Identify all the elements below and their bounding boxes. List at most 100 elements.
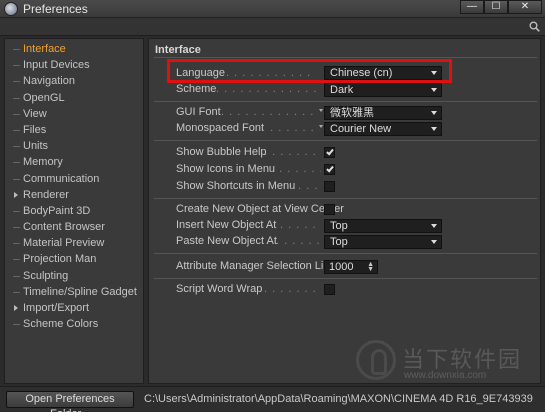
sidebar-item-label: Interface	[23, 43, 66, 55]
show-bubble-help-label: Show Bubble Help	[176, 146, 267, 158]
show-shortcuts-in-menu-label: Show Shortcuts in Menu	[176, 180, 296, 192]
status-bar: Open Preferences Folder... C:\Users\Admi…	[0, 386, 545, 412]
show-icons-in-menu-label: Show Icons in Menu	[176, 163, 276, 175]
tree-line	[13, 97, 20, 99]
tree-line	[13, 81, 20, 83]
tree-line	[13, 259, 20, 261]
minimize-button[interactable]: —	[460, 0, 484, 14]
divider	[154, 198, 537, 199]
sidebar-item-label: Files	[23, 123, 47, 136]
insert-new-object-label: Insert New Object At	[176, 219, 277, 231]
sidebar-item-material-preview[interactable]: Material Preview	[5, 235, 143, 251]
title-bar: Preferences — ☐ ✕	[0, 0, 545, 18]
leader-dots: . . . . . . .	[280, 219, 320, 231]
chevron-down-icon	[431, 240, 437, 244]
paste-new-object-row: Paste New Object At . . . . . . . . Top	[176, 234, 526, 249]
show-icons-in-menu-checkbox[interactable]	[324, 164, 335, 175]
script-word-wrap-label: Script Word Wrap	[176, 283, 263, 295]
new-object-view-center-label: Create New Object at View Center	[176, 203, 344, 215]
sidebar-item-units[interactable]: Units	[5, 138, 143, 154]
sidebar-item-opengl[interactable]: OpenGL	[5, 90, 143, 106]
checkmark-icon	[326, 164, 334, 173]
sidebar-item-timeline-spline-gadget[interactable]: Timeline/Spline Gadget	[5, 284, 143, 300]
toolbar	[0, 18, 545, 36]
search-icon[interactable]	[529, 21, 540, 32]
attr-manager-limit-row: Attribute Manager Selection Limit 1000 ▲…	[176, 259, 526, 274]
tree-line	[13, 146, 20, 148]
mono-font-dropdown[interactable]: Courier New	[319, 122, 442, 136]
mono-font-label: Monospaced Font	[176, 122, 265, 134]
script-word-wrap-row: Script Word Wrap . . . . . . . . . .	[176, 282, 526, 297]
sidebar-item-input-devices[interactable]: Input Devices	[5, 57, 143, 73]
leader-dots: . . . . . . . . . .	[264, 146, 320, 158]
open-preferences-folder-button[interactable]: Open Preferences Folder...	[6, 391, 134, 412]
leader-dots: . . . . . . . . . . . . . . . . .	[221, 106, 316, 118]
small-triangle-icon	[319, 109, 323, 112]
sidebar-item-import-export[interactable]: Import/Export	[5, 300, 143, 316]
expand-arrow-icon[interactable]	[14, 305, 18, 311]
stepper-arrows-icon[interactable]: ▲ ▼	[367, 261, 374, 273]
attr-manager-limit-value: 1000	[329, 261, 354, 273]
insert-new-object-dropdown[interactable]: Top	[324, 219, 442, 233]
expand-arrow-icon[interactable]	[14, 191, 18, 198]
sidebar-item-bodypaint-3d[interactable]: BodyPaint 3D	[5, 203, 143, 219]
new-object-view-center-row: Create New Object at View Center	[176, 202, 526, 217]
divider	[154, 101, 537, 102]
attr-manager-limit-label: Attribute Manager Selection Limit	[176, 260, 339, 272]
tree-line	[13, 49, 20, 50]
sidebar-item-content-browser[interactable]: Content Browser	[5, 219, 143, 235]
sidebar-item-interface[interactable]: Interface	[5, 41, 143, 57]
mono-font-value: Courier New	[330, 123, 392, 135]
paste-new-object-label: Paste New Object At	[176, 235, 277, 247]
insert-new-object-value: Top	[330, 220, 348, 232]
small-triangle-icon	[319, 125, 323, 128]
sidebar-item-sculpting[interactable]: Sculpting	[5, 268, 143, 284]
sidebar-item-files[interactable]: Files	[5, 122, 143, 138]
tree-line	[13, 210, 20, 212]
sidebar-item-memory[interactable]: Memory	[5, 154, 143, 170]
close-button[interactable]: ✕	[508, 0, 542, 14]
chevron-down-icon	[431, 224, 437, 228]
sidebar-item-label: Sculpting	[23, 269, 69, 282]
show-bubble-help-checkbox[interactable]	[324, 147, 335, 158]
show-shortcuts-in-menu-row: Show Shortcuts in Menu . . . . .	[176, 179, 526, 194]
leader-dots: . . . . .	[290, 180, 320, 192]
sidebar-item-renderer[interactable]: Renderer	[5, 187, 143, 203]
paste-new-object-dropdown[interactable]: Top	[324, 235, 442, 249]
sidebar-item-projection-man[interactable]: Projection Man	[5, 251, 143, 267]
sidebar-item-label: Memory	[23, 156, 63, 169]
sidebar-item-label: BodyPaint 3D	[23, 204, 91, 217]
leader-dots: . . . . . . . .	[276, 235, 320, 247]
attr-manager-limit-stepper[interactable]: 1000 ▲ ▼	[324, 260, 378, 274]
script-word-wrap-checkbox[interactable]	[324, 284, 335, 295]
sidebar-item-label: Projection Man	[23, 253, 97, 266]
gui-font-value: 微软雅黑	[330, 107, 374, 119]
sidebar-item-scheme-colors[interactable]: Scheme Colors	[5, 316, 143, 332]
sidebar-item-label: Renderer	[23, 188, 69, 201]
preferences-path: C:\Users\Administrator\AppData\Roaming\M…	[144, 393, 533, 405]
show-bubble-help-row: Show Bubble Help . . . . . . . . . .	[176, 145, 526, 160]
mono-font-row: Monospaced Font . . . . . . . . . Courie…	[176, 121, 526, 136]
paste-new-object-value: Top	[330, 236, 348, 248]
tree-line	[13, 65, 20, 67]
sidebar-item-navigation[interactable]: Navigation	[5, 73, 143, 89]
sidebar-item-label: Scheme Colors	[23, 318, 99, 331]
checkmark-icon	[326, 147, 334, 156]
divider	[154, 278, 537, 279]
sidebar-item-label: Import/Export	[23, 302, 90, 314]
divider	[154, 140, 537, 141]
sidebar-item-communication[interactable]: Communication	[5, 171, 143, 187]
sidebar-item-label: Units	[23, 140, 49, 153]
maximize-button[interactable]: ☐	[484, 0, 508, 14]
leader-dots: . . . . . . . . .	[271, 163, 321, 175]
new-object-view-center-checkbox[interactable]	[324, 204, 335, 215]
scheme-dropdown[interactable]: Dark	[324, 83, 442, 97]
show-shortcuts-in-menu-checkbox[interactable]	[324, 181, 335, 192]
show-icons-in-menu-row: Show Icons in Menu . . . . . . . . .	[176, 162, 526, 177]
settings-panel: Interface Language . . . . . . . . . . .…	[148, 38, 541, 384]
section-title: Interface	[155, 44, 201, 56]
sidebar-item-view[interactable]: View	[5, 106, 143, 122]
sidebar-item-label: View	[23, 107, 47, 120]
tree-line	[13, 291, 20, 293]
gui-font-dropdown[interactable]: 微软雅黑	[319, 106, 442, 120]
